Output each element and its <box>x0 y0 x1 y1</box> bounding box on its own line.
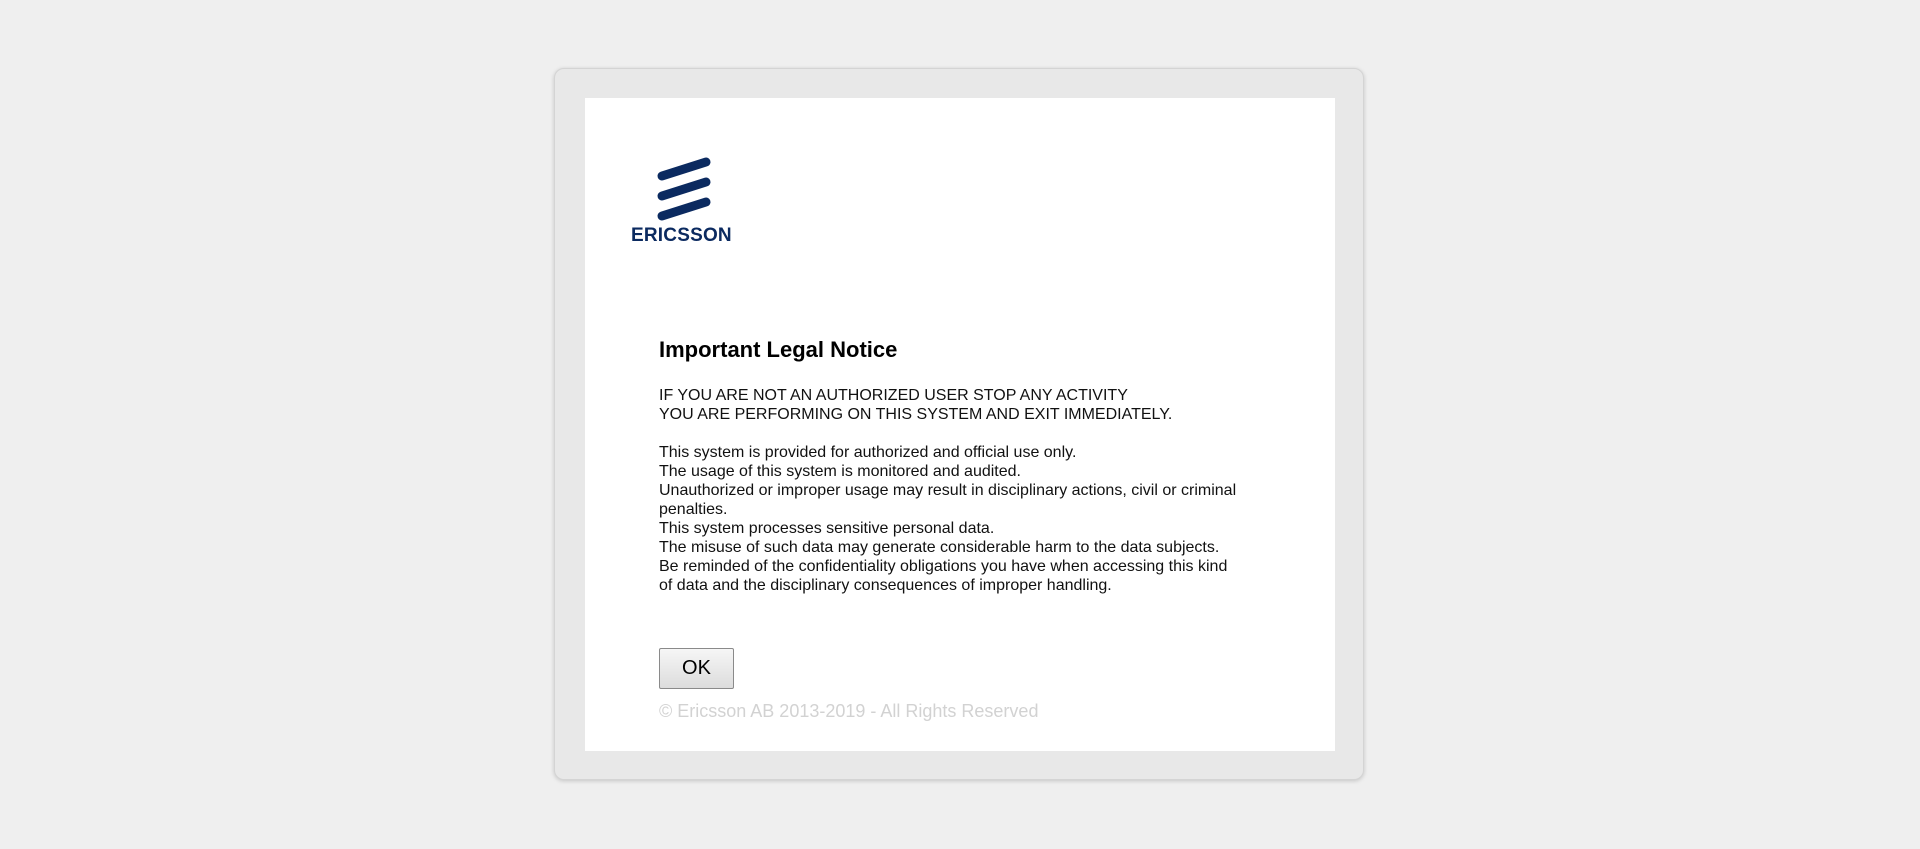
ericsson-logo: ERICSSON <box>631 156 735 248</box>
notice-body-line: This system is provided for authorized a… <box>659 444 1077 461</box>
notice-body-line: The misuse of such data may generate con… <box>659 539 1220 556</box>
notice-body-line: Be reminded of the confidentiality oblig… <box>659 558 1228 575</box>
notice-body-line: of data and the disciplinary consequence… <box>659 577 1112 594</box>
notice-body-line: Unauthorized or improper usage may resul… <box>659 482 1237 499</box>
dialog-frame: ERICSSON Important Legal Notice IF YOU A… <box>554 68 1364 780</box>
notice-body-line: This system processes sensitive personal… <box>659 520 995 537</box>
warning-text: IF YOU ARE NOT AN AUTHORIZED USER STOP A… <box>659 386 1279 424</box>
legal-notice-panel: ERICSSON Important Legal Notice IF YOU A… <box>585 98 1335 751</box>
ericsson-wordmark: ERICSSON <box>631 225 732 246</box>
warning-line: IF YOU ARE NOT AN AUTHORIZED USER STOP A… <box>659 387 1128 404</box>
ok-button[interactable]: OK <box>659 648 734 689</box>
notice-body: This system is provided for authorized a… <box>659 443 1279 595</box>
copyright-text: © Ericsson AB 2013-2019 - All Rights Res… <box>659 701 1039 721</box>
notice-body-line: The usage of this system is monitored an… <box>659 463 1021 480</box>
notice-body-line: penalties. <box>659 501 728 518</box>
ericsson-logo-icon <box>657 157 711 221</box>
warning-line: YOU ARE PERFORMING ON THIS SYSTEM AND EX… <box>659 406 1173 423</box>
notice-content: Important Legal Notice IF YOU ARE NOT AN… <box>659 338 1279 595</box>
notice-title: Important Legal Notice <box>659 337 898 362</box>
